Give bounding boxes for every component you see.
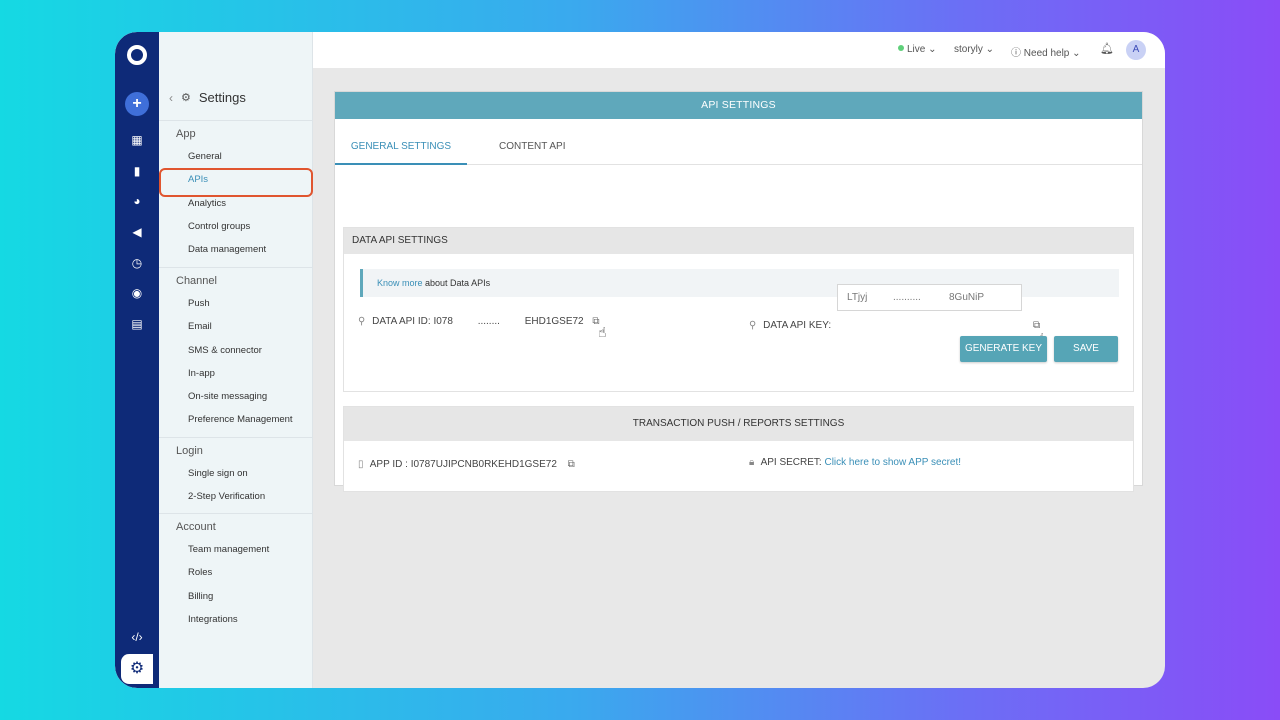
data-api-key-end: 8GuNiP	[949, 292, 985, 303]
app-window: + ▦ ▮ ◕ ◀ ◷ ◉ ▤ ‹/› ⚙ ‹ ⚙ Settings App G…	[115, 32, 1165, 688]
device-icon: ▯	[358, 459, 364, 470]
sidebar-item-sso[interactable]: Single sign on	[159, 462, 313, 485]
sidebar-section-login: Login Single sign on 2-Step Verification	[159, 437, 313, 509]
data-api-id-start: I078	[433, 316, 453, 327]
tab-bar: GENERAL SETTINGS CONTENT API	[335, 119, 1142, 165]
sidebar-section-channel: Channel Push Email SMS & connector In-ap…	[159, 267, 313, 432]
timer-icon[interactable]: ◷	[129, 255, 145, 271]
copy-icon[interactable]: ⧉	[568, 459, 575, 470]
tab-general-settings[interactable]: GENERAL SETTINGS	[335, 119, 467, 165]
avatar[interactable]: A	[1126, 40, 1146, 60]
dashboard-icon[interactable]: ▦	[129, 132, 145, 148]
generate-key-button[interactable]: GENERATE KEY	[960, 336, 1047, 362]
top-bar: Live ⌄ storyly ⌄ ⓘ Need help ⌄ 🔔︎ A	[313, 32, 1165, 68]
know-more-link[interactable]: Know more	[377, 278, 423, 288]
hand-cursor-icon: ☝︎	[598, 324, 607, 340]
sidebar-item-roles[interactable]: Roles	[159, 561, 313, 584]
help-icon: ⓘ	[1011, 48, 1021, 59]
live-dot-icon	[898, 45, 904, 51]
section-title: App	[176, 128, 196, 140]
settings-title: Settings	[198, 90, 246, 105]
settings-sidebar: ‹ ⚙ Settings App General APIs Analytics …	[159, 32, 313, 688]
save-button[interactable]: SAVE	[1054, 336, 1118, 362]
tab-content-api[interactable]: CONTENT API	[499, 119, 566, 165]
icon-rail: + ▦ ▮ ◕ ◀ ◷ ◉ ▤ ‹/› ⚙	[115, 32, 159, 688]
show-secret-link[interactable]: Click here to show APP secret!	[824, 457, 961, 468]
sidebar-item-team[interactable]: Team management	[159, 538, 313, 561]
code-icon[interactable]: ‹/›	[127, 630, 147, 644]
section-title: Channel	[176, 275, 217, 287]
bar-chart-icon[interactable]: ▮	[129, 163, 145, 179]
data-api-key-dots: ..........	[893, 292, 921, 303]
pie-chart-icon[interactable]: ◕	[129, 193, 145, 209]
env-label: Live	[907, 44, 926, 55]
data-api-section: DATA API SETTINGS Know more about Data A…	[343, 227, 1134, 392]
data-api-id-dots: ........	[477, 316, 500, 327]
app-id-value: I0787UJIPCNB0RKEHD1GSE72	[410, 459, 557, 470]
data-api-heading: DATA API SETTINGS	[344, 228, 1133, 254]
workspace-selector[interactable]: storyly ⌄	[954, 44, 994, 55]
transaction-section: TRANSACTION PUSH / REPORTS SETTINGS ▯ AP…	[343, 406, 1134, 492]
sidebar-item-on-site[interactable]: On-site messaging	[159, 385, 313, 408]
api-settings-panel: API SETTINGS GENERAL SETTINGS CONTENT AP…	[334, 91, 1143, 492]
data-api-id-end: EHD1GSE72	[524, 316, 584, 327]
sidebar-item-email[interactable]: Email	[159, 315, 313, 338]
env-selector[interactable]: Live ⌄	[898, 44, 937, 55]
settings-header: ‹ ⚙ Settings	[169, 90, 246, 105]
panel-title: API SETTINGS	[335, 92, 1142, 119]
transaction-heading: TRANSACTION PUSH / REPORTS SETTINGS	[344, 407, 1133, 441]
help-menu[interactable]: ⓘ Need help ⌄	[1011, 44, 1081, 59]
sidebar-item-in-app[interactable]: In-app	[159, 362, 313, 385]
gear-icon: ⚙	[181, 92, 191, 104]
api-secret-label: API SECRET:	[760, 457, 822, 468]
data-api-id-label: DATA API ID:	[372, 316, 431, 327]
workspace-label: storyly	[954, 44, 983, 55]
app-id-field: ▯ APP ID : I0787UJIPCNB0RKEHD1GSE72 ⧉	[358, 459, 575, 470]
data-api-key-label-wrap: ⚲ DATA API KEY:	[749, 320, 831, 331]
data-api-key-label: DATA API KEY:	[763, 320, 832, 331]
app-id-label: APP ID :	[369, 459, 408, 470]
data-api-key-input[interactable]: LTjyj .......... 8GuNiP	[837, 284, 1022, 311]
section-title: Account	[176, 521, 216, 533]
help-label: Need help	[1023, 48, 1070, 59]
sidebar-item-billing[interactable]: Billing	[159, 585, 313, 608]
data-api-id-field: ⚲ DATA API ID: I078 ........ EHD1GSE72 ⧉	[358, 316, 600, 327]
info-text: about Data APIs	[422, 278, 491, 288]
section-title: Login	[176, 445, 203, 457]
add-icon[interactable]: +	[125, 92, 149, 116]
sidebar-item-general[interactable]: General	[159, 145, 313, 168]
bell-icon[interactable]: 🔔︎	[1100, 42, 1114, 55]
data-api-key-start: LTjyj	[847, 292, 868, 303]
active-item-highlight	[159, 168, 313, 197]
sidebar-item-2step[interactable]: 2-Step Verification	[159, 485, 313, 508]
sidebar-item-push[interactable]: Push	[159, 292, 313, 315]
settings-gear-icon[interactable]: ⚙	[121, 654, 153, 684]
sidebar-item-integrations[interactable]: Integrations	[159, 608, 313, 631]
sidebar-item-sms[interactable]: SMS & connector	[159, 339, 313, 362]
sidebar-item-control-groups[interactable]: Control groups	[159, 215, 313, 238]
megaphone-icon[interactable]: ◀	[129, 224, 145, 240]
sidebar-item-data-management[interactable]: Data management	[159, 238, 313, 261]
sidebar-item-preference[interactable]: Preference Management	[159, 408, 313, 431]
sidebar-section-account: Account Team management Roles Billing In…	[159, 513, 313, 631]
back-chevron-icon[interactable]: ‹	[169, 91, 173, 105]
lock-icon: 🔒︎	[749, 457, 755, 468]
api-secret-field: 🔒︎ API SECRET: Click here to show APP se…	[749, 457, 961, 468]
key-icon: ⚲	[358, 316, 366, 327]
document-icon[interactable]: ▤	[129, 316, 145, 332]
key-icon: ⚲	[749, 320, 757, 331]
trend-icon[interactable]: ◉	[129, 285, 145, 301]
brand-logo-icon[interactable]	[127, 45, 147, 65]
